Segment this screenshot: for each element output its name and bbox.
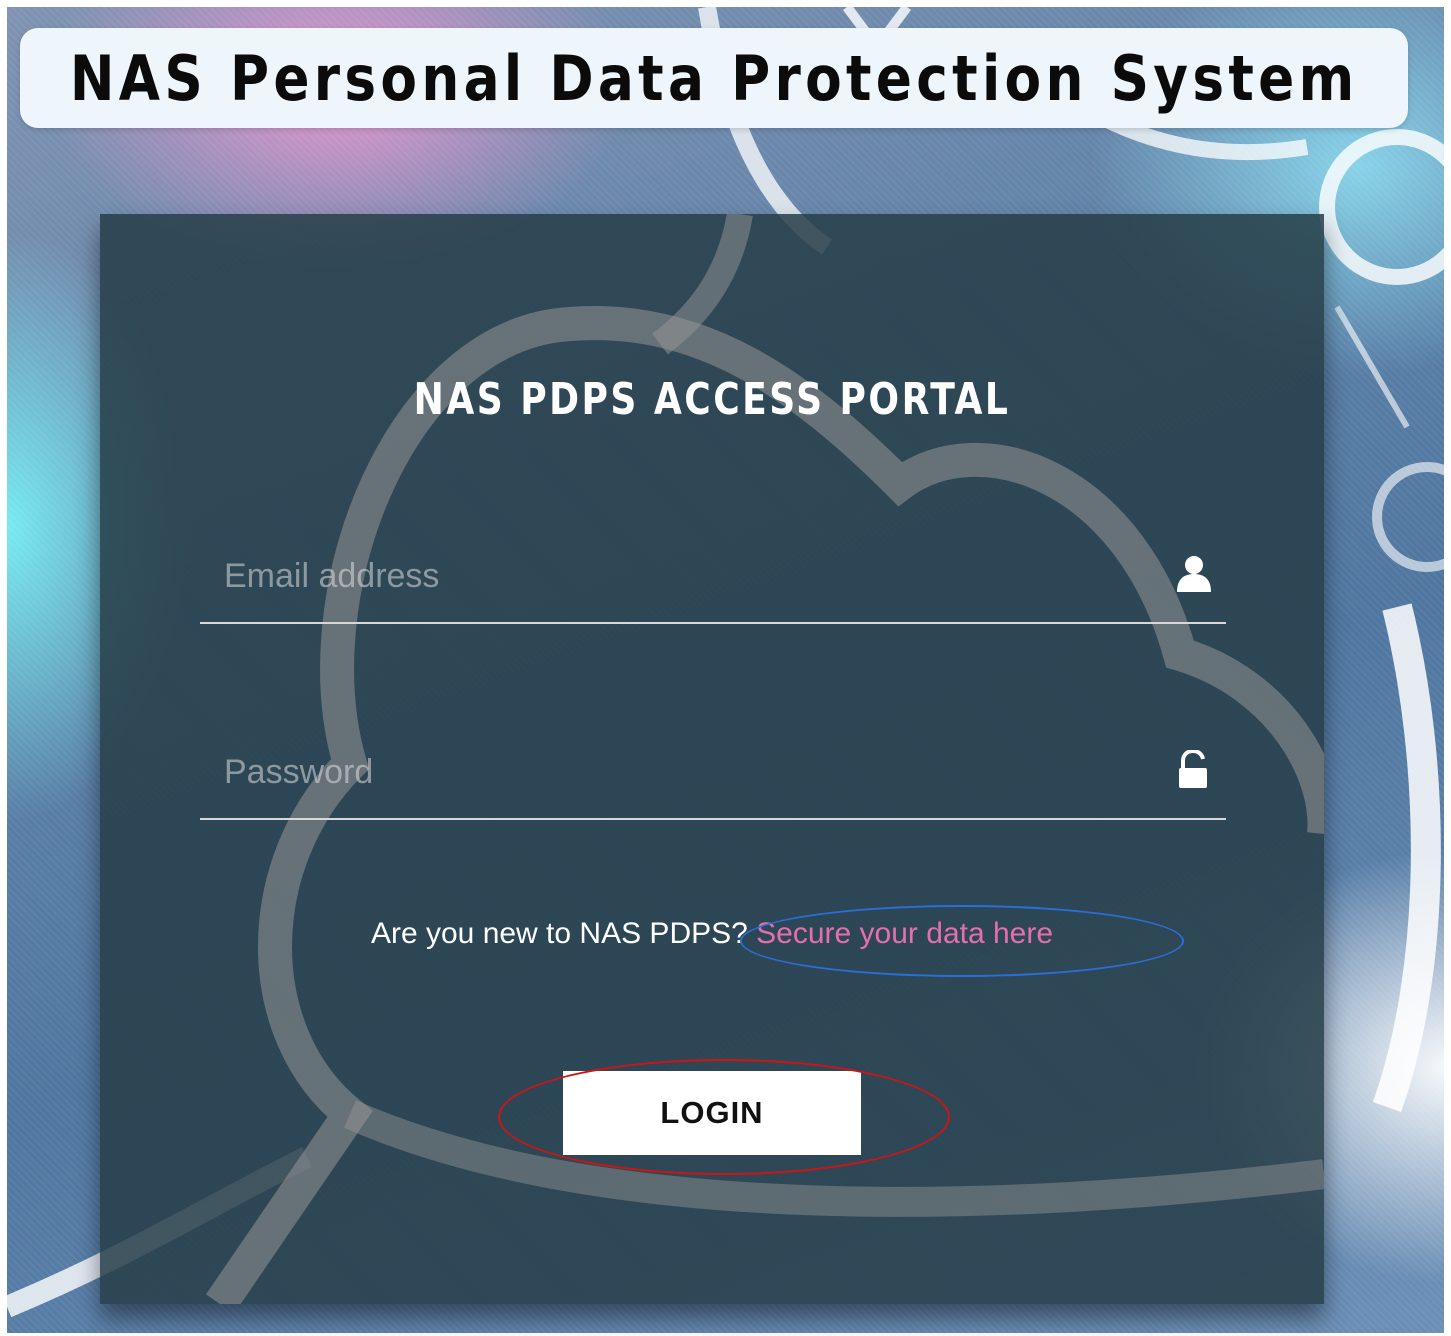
page-title: NAS Personal Data Protection System: [69, 41, 1359, 115]
portal-title: NAS PDPS ACCESS PORTAL: [413, 374, 1011, 425]
email-input[interactable]: [224, 532, 1124, 620]
login-button[interactable]: LOGIN: [563, 1071, 861, 1155]
email-field-wrapper: [200, 532, 1226, 624]
user-icon: [1177, 556, 1211, 592]
signup-prompt-text: Are you new to NAS PDPS?: [370, 917, 748, 950]
password-field-wrapper: [200, 728, 1226, 820]
unlock-icon: [1179, 750, 1207, 788]
signup-link[interactable]: Secure your data here: [756, 917, 1053, 950]
password-input[interactable]: [224, 728, 1124, 816]
login-panel: NAS PDPS ACCESS PORTAL Are you new to NA…: [100, 214, 1324, 1304]
header-banner: NAS Personal Data Protection System: [20, 28, 1408, 128]
signup-prompt: Are you new to NAS PDPS? Secure your dat…: [100, 917, 1324, 951]
